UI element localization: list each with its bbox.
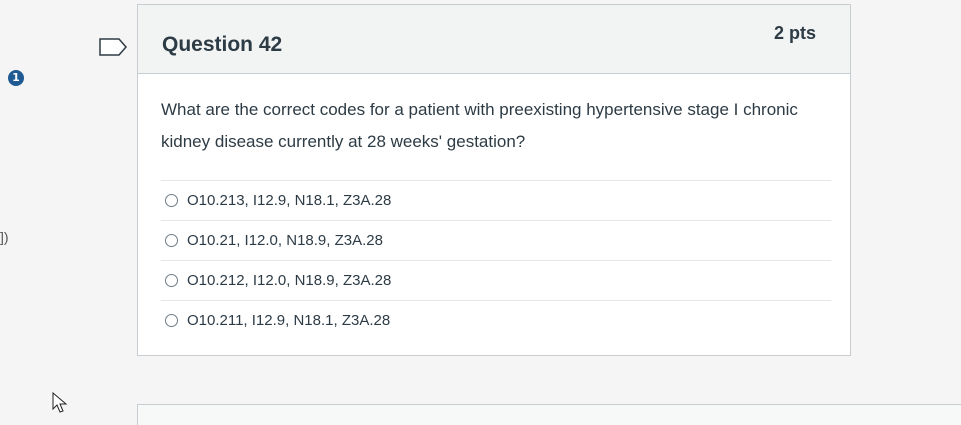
- answer-option[interactable]: O10.21, I12.0, N18.9, Z3A.28: [161, 220, 831, 260]
- answer-label: O10.21, I12.0, N18.9, Z3A.28: [187, 232, 383, 249]
- answer-label: O10.211, I12.9, N18.1, Z3A.28: [187, 312, 391, 329]
- question-points: 2 pts: [773, 23, 816, 43]
- flag-question-icon[interactable]: [99, 38, 127, 56]
- question-text: What are the correct codes for a patient…: [161, 100, 798, 151]
- answer-option[interactable]: O10.213, I12.9, N18.1, Z3A.28: [161, 180, 831, 220]
- mouse-pointer-icon: [52, 392, 68, 413]
- info-badge-icon[interactable]: 1: [8, 70, 24, 86]
- answer-option[interactable]: O10.211, I12.9, N18.1, Z3A.28: [161, 300, 831, 340]
- answer-label: O10.213, I12.9, N18.1, Z3A.28: [187, 192, 392, 209]
- next-question-card-edge: [137, 404, 961, 425]
- radio-button[interactable]: [165, 234, 178, 247]
- radio-button[interactable]: [165, 194, 178, 207]
- answer-option[interactable]: O10.212, I12.0, N18.9, Z3A.28: [161, 260, 831, 300]
- answer-label: O10.212, I12.0, N18.9, Z3A.28: [187, 272, 392, 289]
- question-title: Question 42: [162, 33, 283, 56]
- question-header: Question 42 2 pts: [138, 5, 850, 74]
- radio-button[interactable]: [165, 314, 178, 327]
- left-edge-mark: ]): [0, 229, 9, 245]
- radio-button[interactable]: [165, 274, 178, 287]
- answer-list: O10.213, I12.9, N18.1, Z3A.28 O10.21, I1…: [161, 180, 831, 340]
